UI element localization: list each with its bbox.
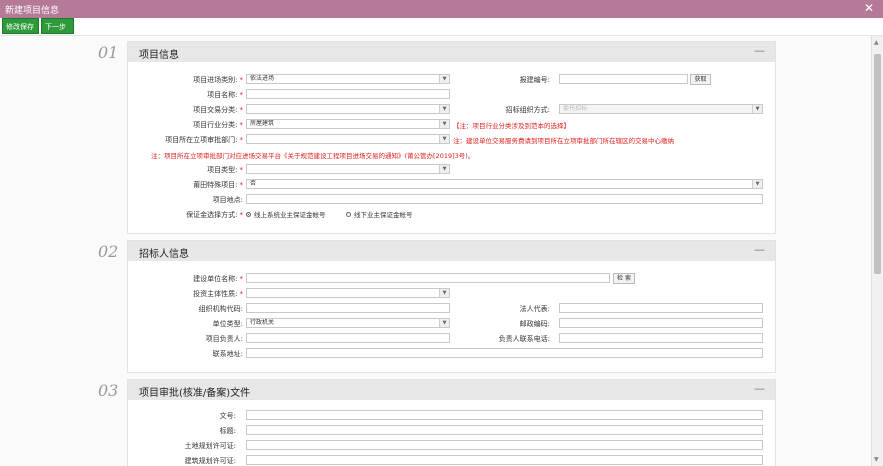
- leader-label: 项目负责人:: [205, 335, 243, 343]
- doc-title-label: 标题:: [219, 427, 236, 435]
- toolbar: 修改保存 下一步: [0, 18, 883, 36]
- report-no-input[interactable]: [559, 74, 688, 84]
- panel-title: 项目审批(核准/备案)文件: [139, 388, 251, 399]
- chevron-down-icon: ▼: [439, 135, 449, 143]
- leader-phone-input[interactable]: [559, 333, 763, 343]
- leader-input[interactable]: [246, 333, 450, 343]
- project-name-input[interactable]: [246, 89, 450, 99]
- land-permit-input[interactable]: [246, 440, 763, 450]
- unit-name-label: 建设单位名称: *: [193, 275, 243, 283]
- doc-no-input[interactable]: [246, 410, 763, 420]
- deposit-radio-group: 线上系统业主保证金帐号 线下业主保证金帐号: [246, 209, 646, 219]
- collapse-icon[interactable]: —: [754, 382, 765, 395]
- panel-header: 项目审批(核准/备案)文件 —: [128, 380, 775, 400]
- building-permit-input[interactable]: [246, 455, 763, 465]
- legal-rep-input[interactable]: [559, 303, 763, 313]
- scroll-down-icon[interactable]: ▼: [874, 456, 879, 463]
- section-number-1: 01: [98, 43, 119, 62]
- tenderer-info-panel: 招标人信息 — 建设单位名称: * 检 索 投资主体性质: * ▼ 组织机构代码: …: [127, 240, 776, 373]
- location-input[interactable]: [246, 194, 763, 204]
- project-type-label: 项目类型: *: [207, 166, 243, 174]
- industry-label: 项目行业分类: *: [193, 121, 243, 129]
- project-type-select[interactable]: ▼: [246, 164, 450, 174]
- unit-type-select[interactable]: 行政机关 ▼: [246, 318, 450, 328]
- special-project-label: 莆田特殊项目: *: [193, 181, 243, 189]
- scroll-up-icon[interactable]: ▲: [874, 39, 879, 46]
- panel-title: 招标人信息: [139, 249, 189, 260]
- approval-dept-label: 项目所在立项审批部门: *: [165, 136, 243, 144]
- address-input[interactable]: [246, 348, 763, 358]
- deposit-online-radio[interactable]: 线上系统业主保证金帐号: [246, 209, 326, 219]
- chevron-down-icon: ▼: [752, 180, 762, 188]
- approval-dept-select[interactable]: ▼: [246, 134, 450, 144]
- section-number-2: 02: [98, 242, 119, 261]
- next-button[interactable]: 下一步: [41, 18, 74, 34]
- investor-select[interactable]: ▼: [246, 288, 450, 298]
- project-name-label: 项目名称: *: [207, 91, 243, 99]
- panel-header: 项目信息 —: [128, 42, 775, 62]
- approval-docs-panel: 项目审批(核准/备案)文件 — 文号: 标题: 土地规划许可证: 建筑规划许可证…: [127, 379, 776, 466]
- panel-title: 项目信息: [139, 50, 179, 61]
- unit-name-input[interactable]: [246, 273, 610, 283]
- legal-rep-label: 法人代表:: [519, 305, 550, 313]
- save-button[interactable]: 修改保存: [2, 18, 39, 34]
- service-fee-note: 注：建设单位交易服务费请到项目所在立项审批部门所在辖区的交易中心缴纳: [453, 137, 674, 145]
- postcode-label: 邮政编码:: [519, 320, 550, 328]
- form-content: 01 项目信息 — 项目进场类别: * 依法进场 ▼ 报建编号: 获取 项目名称: *…: [0, 36, 871, 466]
- report-no-label: 报建编号:: [519, 76, 550, 84]
- doc-no-label: 文号:: [219, 412, 236, 420]
- chevron-down-icon: ▼: [439, 289, 449, 297]
- platform-note: 注：项目所在立项审批部门对应进场交易平台《关于规范建设工程项目进场交易的通知》(…: [151, 152, 475, 160]
- location-label: 项目地点:: [212, 196, 243, 204]
- trade-class-select[interactable]: ▼: [246, 104, 450, 114]
- unit-type-label: 单位类型:: [212, 320, 243, 328]
- leader-phone-label: 负责人联系电话:: [498, 335, 550, 343]
- search-button[interactable]: 检 索: [613, 273, 635, 284]
- fetch-button[interactable]: 获取: [690, 74, 711, 85]
- window-title-bar: 新建项目信息 ✕: [0, 0, 883, 18]
- collapse-icon[interactable]: —: [754, 44, 765, 57]
- address-label: 联系地址:: [212, 350, 243, 358]
- chevron-down-icon: ▼: [752, 105, 762, 113]
- chevron-down-icon: ▼: [439, 165, 449, 173]
- window-title: 新建项目信息: [5, 6, 60, 16]
- doc-title-input[interactable]: [246, 425, 763, 435]
- land-permit-label: 土地规划许可证:: [184, 442, 236, 450]
- entry-type-label: 项目进场类别: *: [193, 76, 243, 84]
- investor-label: 投资主体性质: *: [193, 290, 243, 298]
- building-permit-label: 建筑规划许可证:: [184, 457, 236, 465]
- scrollbar-thumb[interactable]: [874, 54, 881, 274]
- close-icon[interactable]: ✕: [864, 1, 874, 15]
- bid-org-select[interactable]: 委托招标 ▼: [559, 104, 763, 114]
- vertical-scrollbar[interactable]: ▲ ▼: [871, 36, 883, 466]
- industry-note: 【注：项目行业分类涉及到范本的选择】: [453, 122, 570, 130]
- org-code-input[interactable]: [246, 303, 450, 313]
- postcode-input[interactable]: [559, 318, 763, 328]
- section-number-3: 03: [98, 381, 119, 400]
- trade-class-label: 项目交易分类: *: [193, 106, 243, 114]
- panel-header: 招标人信息 —: [128, 241, 775, 261]
- deposit-method-label: 保证金选择方式: *: [186, 211, 243, 219]
- project-info-panel: 项目信息 — 项目进场类别: * 依法进场 ▼ 报建编号: 获取 项目名称: * 项目…: [127, 41, 776, 234]
- entry-type-select[interactable]: 依法进场 ▼: [246, 74, 450, 84]
- chevron-down-icon: ▼: [439, 120, 449, 128]
- industry-select[interactable]: 房屋建筑 ▼: [246, 119, 450, 129]
- org-code-label: 组织机构代码:: [198, 305, 243, 313]
- collapse-icon[interactable]: —: [754, 243, 765, 256]
- deposit-offline-radio[interactable]: 线下业主保证金帐号: [346, 209, 413, 219]
- special-project-select[interactable]: 否 ▼: [246, 179, 763, 189]
- bid-org-label: 招标组织方式:: [505, 106, 550, 114]
